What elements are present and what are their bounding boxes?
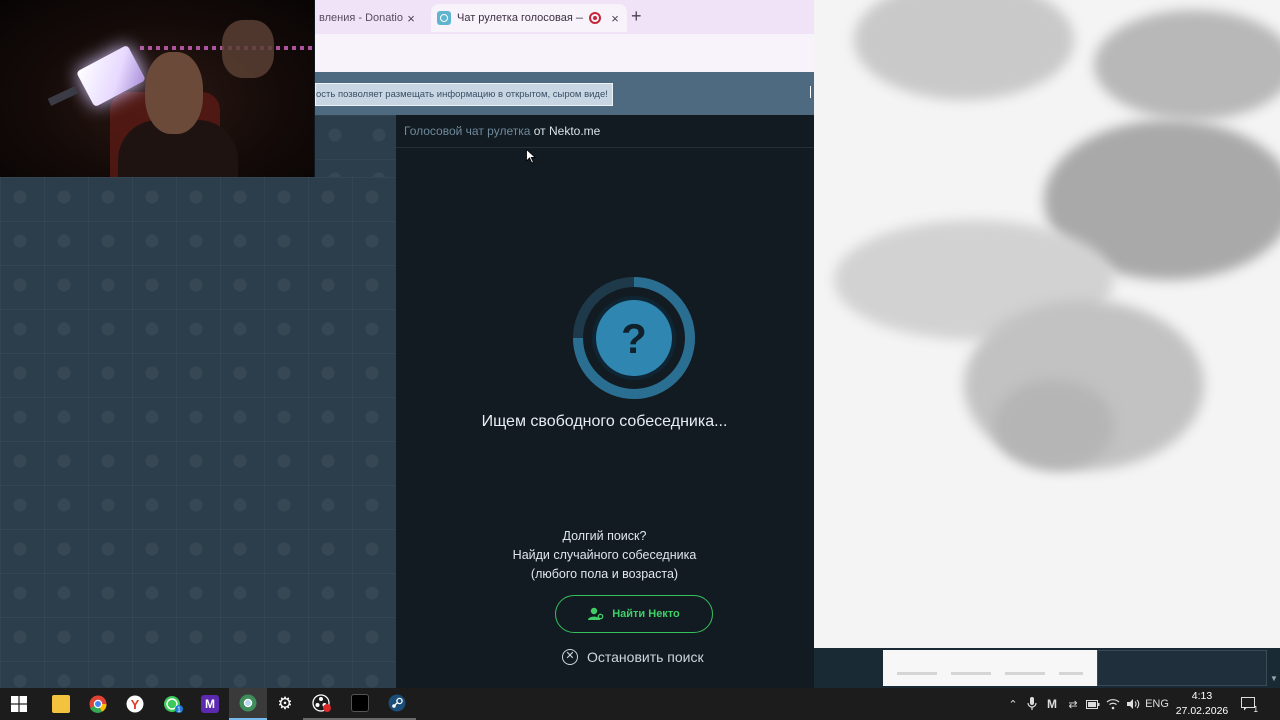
- search-spinner: ?: [573, 277, 695, 399]
- loading-line: [897, 672, 1083, 675]
- tab-voice-chat[interactable]: Чат рулетка голосовая — ×: [431, 4, 627, 32]
- user-search-icon: [588, 607, 604, 620]
- panel-header: Голосовой чат рулетка от Nekto.me: [396, 115, 814, 148]
- chrome-icon: [89, 695, 107, 713]
- taskbar-obs[interactable]: [303, 688, 341, 720]
- devices-icon: ⇄: [1068, 698, 1078, 711]
- taskbar-settings[interactable]: ⚙: [266, 688, 304, 720]
- m-tray-icon: M: [1047, 697, 1057, 711]
- preview-card: [883, 650, 1097, 686]
- photo-blob: [854, 0, 1074, 100]
- photo-blob: [994, 380, 1114, 470]
- long-search-hint: Долгий поиск? Найди случайного собеседни…: [367, 527, 842, 584]
- tab-donation[interactable]: вления - Donatio ×: [315, 4, 423, 32]
- mouse-cursor-icon: [526, 149, 536, 164]
- browser-toolbar: [315, 34, 814, 72]
- find-nekto-label: Найти Некто: [612, 608, 680, 620]
- start-button[interactable]: [0, 688, 38, 720]
- taskbar-explorer[interactable]: [42, 688, 80, 720]
- question-mark: ?: [621, 315, 647, 362]
- steam-icon: [388, 694, 406, 712]
- obs-icon: [312, 694, 331, 712]
- taskbar-steam[interactable]: [378, 688, 416, 720]
- whatsapp-icon: 1: [164, 696, 183, 713]
- whatsapp-badge: 1: [177, 707, 181, 713]
- tab-title: Чат рулетка голосовая —: [457, 12, 583, 24]
- new-tab-button[interactable]: +: [631, 6, 642, 27]
- voice-chat-panel: Голосовой чат рулетка от Nekto.me ? Ищем…: [396, 115, 814, 688]
- tab-title: вления - Donatio: [319, 12, 403, 24]
- volume-icon: [1127, 699, 1140, 709]
- wifi-icon: [1106, 699, 1120, 710]
- hint-line: Найди случайного собеседника: [512, 548, 697, 562]
- show-hidden-icons-button[interactable]: ⌃: [1006, 688, 1020, 720]
- site-name: от Nekto.me: [530, 124, 601, 138]
- taskbar-video-editor[interactable]: [341, 688, 379, 720]
- system-clock[interactable]: 4:13 27.02.2026: [1168, 689, 1236, 719]
- background-photo: [814, 0, 1280, 648]
- close-circle-icon: ✕: [562, 649, 578, 665]
- microphone-tray[interactable]: [1024, 688, 1040, 720]
- photo-footer: ▼: [814, 648, 1280, 688]
- notification-badge: 1: [1253, 705, 1258, 714]
- language-indicator[interactable]: ENG: [1144, 688, 1170, 720]
- notification-center-button[interactable]: 1: [1238, 688, 1260, 720]
- page-background-pattern: [315, 115, 396, 177]
- chevron-up-icon: ⌃: [1008, 698, 1018, 711]
- svg-text:Y: Y: [131, 697, 140, 712]
- light-stand: [47, 86, 79, 106]
- hint-line: Долгий поиск?: [562, 529, 647, 543]
- taskbar-chrome-active[interactable]: [229, 688, 267, 720]
- streamer-face: [145, 52, 203, 134]
- windows-taskbar: Y 1 M ⚙ ⌃ M ⇄ ENG 4:13 27.02.2026 1: [0, 688, 1280, 720]
- stop-search-button[interactable]: ✕ Остановить поиск: [562, 647, 704, 667]
- microphone-icon: [1027, 697, 1037, 710]
- windows-icon: [11, 696, 27, 712]
- app-tray-icon-button[interactable]: M: [1043, 688, 1061, 720]
- voice-chat-link[interactable]: Голосовой чат рулетка: [404, 124, 530, 138]
- taskbar-m-app[interactable]: M: [191, 688, 229, 720]
- address-bar[interactable]: [315, 38, 814, 68]
- gear-icon: ⚙: [277, 694, 293, 713]
- tab-close-icon[interactable]: ×: [607, 11, 623, 26]
- taskbar-chrome[interactable]: [79, 688, 117, 720]
- info-note: ость позволяет размещать информацию в от…: [315, 83, 613, 106]
- m-app-icon: M: [201, 695, 219, 713]
- scroll-down-icon[interactable]: ▼: [1270, 674, 1278, 683]
- hint-line: (любого пола и возраста): [530, 567, 679, 581]
- webcam-overlay: [0, 0, 314, 177]
- site-favicon-icon: [437, 11, 451, 25]
- chrome-icon: [239, 694, 257, 712]
- clock-time: 4:13: [1191, 690, 1213, 702]
- folder-icon: [52, 695, 70, 713]
- stop-search-label: Остановить поиск: [587, 649, 704, 665]
- volume-tray[interactable]: [1124, 688, 1142, 720]
- battery-icon: [1086, 699, 1100, 709]
- wifi-tray[interactable]: [1104, 688, 1122, 720]
- clock-date: 27.02.2026: [1175, 705, 1229, 717]
- tab-strip: вления - Donatio × Чат рулетка голосовая…: [315, 0, 814, 34]
- video-editor-icon: [351, 694, 369, 712]
- preview-card-dark: [1097, 650, 1267, 686]
- photo-blob: [1094, 10, 1280, 120]
- site-top-bar: ость позволяет размещать информацию в от…: [315, 72, 814, 115]
- battery-tray[interactable]: [1084, 688, 1102, 720]
- yandex-icon: Y: [126, 695, 144, 713]
- taskbar-whatsapp[interactable]: 1: [154, 688, 192, 720]
- taskbar-yandex[interactable]: Y: [116, 688, 154, 720]
- recording-indicator-icon: [589, 12, 601, 24]
- tab-close-icon[interactable]: ×: [403, 11, 419, 26]
- streamer-hand: [222, 20, 274, 78]
- search-status: Ищем свободного собеседника...: [481, 413, 728, 430]
- page-background-pattern: [0, 177, 396, 688]
- devices-tray[interactable]: ⇄: [1064, 688, 1082, 720]
- find-nekto-button[interactable]: Найти Некто: [555, 595, 713, 633]
